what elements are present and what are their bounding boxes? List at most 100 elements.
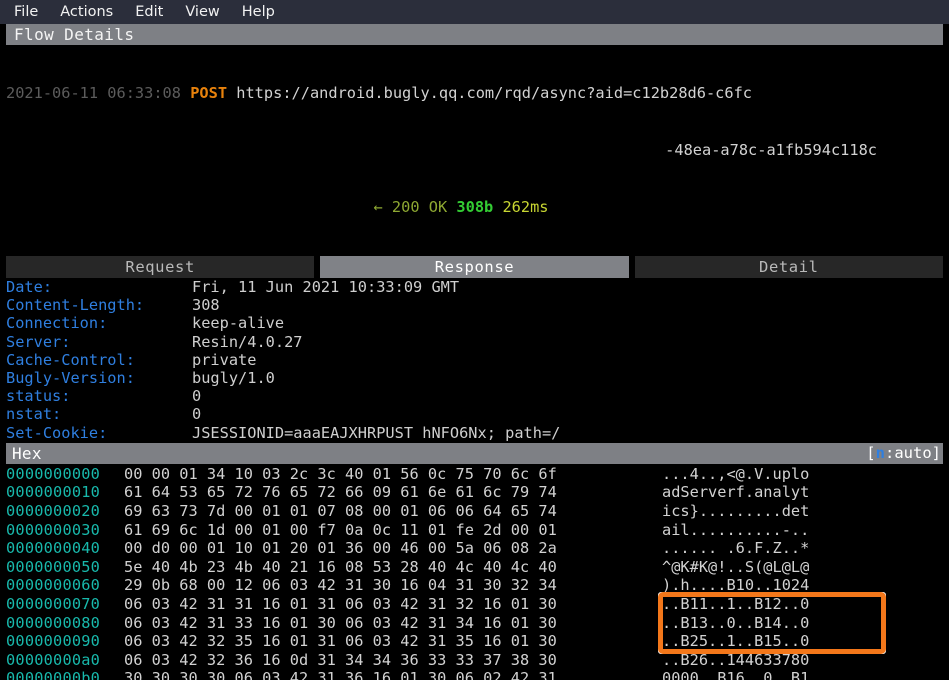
view-mode-status[interactable]: [n:auto] [866,443,941,464]
header-value: private [192,350,257,369]
status-suffix: ] [931,443,941,462]
hex-ascii: ^@K#K@!..S(@L@L@ [662,557,810,576]
hex-ascii: adServerf.analyt [662,483,810,502]
tab-bar: Request Response Detail [0,256,949,278]
header-key: Connection: [6,314,108,333]
header-key: Content-Length: [6,296,145,315]
hex-bytes: 61 64 53 65 72 76 65 72 66 09 61 6e 61 6… [124,483,557,502]
menu-actions[interactable]: Actions [60,0,113,24]
status-key: n [875,443,885,462]
hex-ascii: ...... .6.F.Z..* [662,539,810,558]
hex-ascii: ..B11..1..B12..0 [662,594,810,613]
header-row: Bugly-Version: bugly/1.0 [6,369,943,387]
menu-help[interactable]: Help [242,0,275,24]
response-headers: Date: Fri, 11 Jun 2021 10:33:09 GMT Cont… [0,278,949,442]
hex-bytes: 00 d0 00 01 10 01 20 01 36 00 46 00 5a 0… [124,539,557,558]
hex-bytes: 06 03 42 32 36 16 0d 31 34 34 36 33 33 3… [124,650,557,669]
header-value: JSESSIONID=aaaEAJXHRPUST hNFO6Nx; path=/ [192,423,561,442]
hex-bytes: 06 03 42 31 31 16 01 31 06 03 42 31 32 1… [124,594,557,613]
title-bar-wrap: Flow Details [0,24,949,45]
header-key: status: [6,387,71,406]
hex-section-label: Hex [12,443,42,463]
tab-response[interactable]: Response [320,256,629,278]
header-row: nstat: 0 [6,405,943,423]
hex-offset: 0000000020 [6,502,101,521]
hex-bytes: 69 63 73 7d 00 01 01 07 08 00 01 06 06 6… [124,502,557,521]
hex-ascii: 0000..B16..0..B1 [662,669,810,680]
hex-bytes: 61 69 6c 1d 00 01 00 f7 0a 0c 11 01 fe 2… [124,520,557,539]
hex-row: 0000000070 06 03 42 31 31 16 01 31 06 03… [6,595,943,614]
flow-url-line1: https://android.bugly.qq.com/rqd/async?a… [236,84,752,102]
hex-row: 0000000060 29 0b 68 00 12 06 03 42 31 30… [6,576,943,595]
hex-dump[interactable]: 0000000000 00 00 01 34 10 03 2c 3c 40 01… [0,464,949,680]
response-status-code: 200 [391,198,420,216]
response-arrow-icon: ← [373,198,383,216]
header-row: status: 0 [6,387,943,405]
header-value: keep-alive [192,314,285,333]
hex-bytes: 5e 40 4b 23 4b 40 21 16 08 53 28 40 4c 4… [124,557,557,576]
hex-offset: 0000000030 [6,520,101,539]
flow-url-line2-row: -48ea-a78c-a1fb594c118c [6,141,943,160]
response-duration: 262ms [502,198,549,216]
page-title: Flow Details [6,24,943,45]
hex-row: 0000000020 69 63 73 7d 00 01 01 07 08 00… [6,502,943,521]
hex-bytes: 06 03 42 32 35 16 01 31 06 03 42 31 35 1… [124,632,557,651]
status-mid: : [884,443,895,462]
hex-offset: 00000000b0 [6,669,101,680]
header-row: Connection: keep-alive [6,314,943,332]
hex-row: 0000000010 61 64 53 65 72 76 65 72 66 09… [6,483,943,502]
menu-bar: File Actions Edit View Help [0,0,949,24]
hex-row: 00000000a0 06 03 42 32 36 16 0d 31 34 34… [6,651,943,670]
header-value: Fri, 11 Jun 2021 10:33:09 GMT [192,278,460,296]
hex-row: 0000000080 06 03 42 31 33 16 01 30 06 03… [6,614,943,633]
header-key: Set-Cookie: [6,423,108,442]
hex-ascii: ics}.........det [662,502,810,521]
tab-detail[interactable]: Detail [634,256,943,278]
hex-offset: 0000000000 [6,464,101,483]
flow-summary: 2021-06-11 06:33:08 POST https://android… [0,45,949,255]
hex-offset: 0000000040 [6,539,101,558]
flow-url-line2: -48ea-a78c-a1fb594c118c [665,141,877,159]
hex-bytes: 06 03 42 31 33 16 01 30 06 03 42 31 34 1… [124,613,557,632]
header-key: Date: [6,278,53,296]
menu-file[interactable]: File [14,0,38,24]
hex-offset: 0000000010 [6,483,101,502]
header-value: Resin/4.0.27 [192,332,303,351]
hex-row: 0000000000 00 00 01 34 10 03 2c 3c 40 01… [6,465,943,484]
response-status-text: OK [428,198,448,216]
header-key: Bugly-Version: [6,369,135,388]
hex-ascii: ..B26..144633780 [662,650,810,669]
header-row: Server: Resin/4.0.27 [6,333,943,351]
menu-edit[interactable]: Edit [135,0,163,24]
hex-offset: 0000000060 [6,576,101,595]
hex-ascii: ).h....B10..1024 [662,576,810,595]
header-key: Cache-Control: [6,350,135,369]
hex-row: 0000000040 00 d0 00 01 10 01 20 01 36 00… [6,539,943,558]
hex-row: 0000000030 61 69 6c 1d 00 01 00 f7 0a 0c… [6,521,943,540]
hex-bar-wrap: Hex [n:auto] [0,442,949,464]
header-key: Server: [6,332,71,351]
header-value: bugly/1.0 [192,369,275,388]
hex-offset: 0000000090 [6,632,101,651]
hex-bytes: 30 30 30 30 06 03 42 31 36 16 01 30 06 0… [124,669,557,680]
header-key: nstat: [6,405,62,424]
hex-row: 0000000090 06 03 42 32 35 16 01 31 06 03… [6,632,943,651]
header-row: Cache-Control: private [6,351,943,369]
hex-ascii: ail..........-.. [662,520,810,539]
hex-row: 0000000050 5e 40 4b 23 4b 40 21 16 08 53… [6,558,943,577]
header-row: Set-Cookie: JSESSIONID=aaaEAJXHRPUST hNF… [6,424,943,442]
response-size: 308b [456,198,494,216]
header-value: 0 [192,405,202,424]
hex-bytes: 29 0b 68 00 12 06 03 42 31 30 16 04 31 3… [124,576,557,595]
hex-ascii: ..B25..1..B15..0 [662,632,810,651]
hex-offset: 0000000080 [6,613,101,632]
hex-row: 00000000b0 30 30 30 30 06 03 42 31 36 16… [6,669,943,680]
flow-response-line: ← 200 OK 308b 262ms [6,198,943,217]
hex-section-bar: Hex [n:auto] [6,442,943,464]
tab-request[interactable]: Request [6,256,315,278]
menu-view[interactable]: View [185,0,219,24]
hex-offset: 00000000a0 [6,650,101,669]
header-row: Content-Length: 308 [6,296,943,314]
hex-bytes: 00 00 01 34 10 03 2c 3c 40 01 56 0c 75 7… [124,464,557,483]
header-row: Date: Fri, 11 Jun 2021 10:33:09 GMT [6,278,943,296]
